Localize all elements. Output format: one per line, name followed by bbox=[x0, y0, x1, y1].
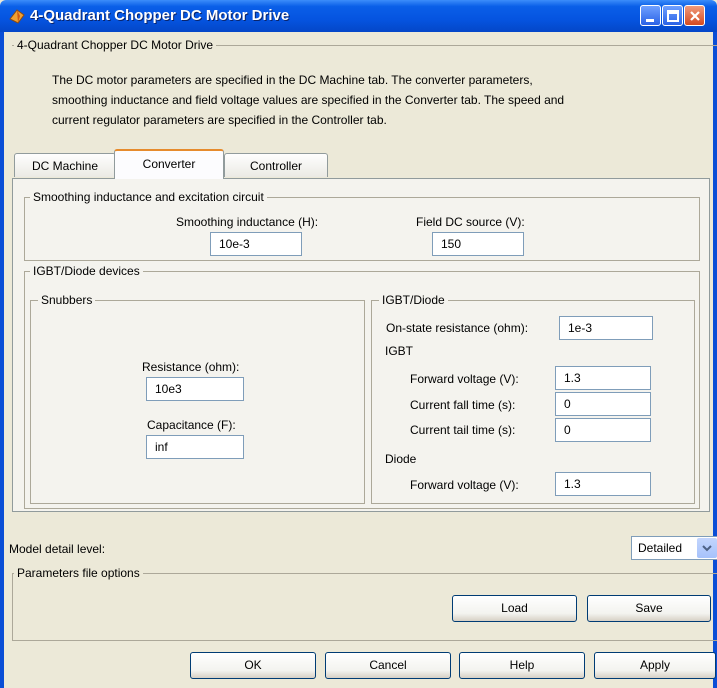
chevron-down-icon bbox=[702, 545, 712, 552]
dropdown-arrow-button[interactable] bbox=[697, 538, 717, 558]
current-tail-time-label: Current tail time (s): bbox=[410, 423, 516, 437]
description-line-1: The DC motor parameters are specified in… bbox=[52, 73, 533, 87]
load-button[interactable]: Load bbox=[452, 595, 577, 622]
maximize-button[interactable] bbox=[662, 5, 683, 26]
snubbers-label: Snubbers bbox=[38, 293, 96, 307]
params-file-label: Parameters file options bbox=[14, 566, 143, 580]
minimize-button[interactable] bbox=[640, 5, 661, 26]
smoothing-group bbox=[24, 197, 700, 261]
resistance-field[interactable] bbox=[146, 377, 244, 401]
field-dc-source-label: Field DC source (V): bbox=[416, 215, 525, 229]
save-button[interactable]: Save bbox=[587, 595, 711, 622]
model-detail-label: Model detail level: bbox=[9, 542, 106, 556]
on-state-resistance-label: On-state resistance (ohm): bbox=[386, 321, 529, 335]
title-bar[interactable]: 4-Quadrant Chopper DC Motor Drive bbox=[0, 0, 717, 32]
igbt-forward-voltage-label: Forward voltage (V): bbox=[410, 372, 519, 386]
current-fall-time-field[interactable] bbox=[555, 392, 651, 416]
maximize-icon bbox=[667, 10, 679, 22]
header-group-label: 4-Quadrant Chopper DC Motor Drive bbox=[14, 38, 217, 52]
description-line-2: smoothing inductance and field voltage v… bbox=[52, 93, 565, 107]
tab-dc-machine[interactable]: DC Machine bbox=[14, 153, 116, 177]
current-tail-time-field[interactable] bbox=[555, 418, 651, 442]
igbt-forward-voltage-field[interactable] bbox=[555, 366, 651, 390]
igbt-diode-devices-label: IGBT/Diode devices bbox=[30, 264, 143, 278]
simulink-app-icon bbox=[9, 9, 25, 24]
close-icon bbox=[690, 11, 700, 21]
smoothing-inductance-field[interactable] bbox=[210, 232, 302, 256]
help-button[interactable]: Help bbox=[459, 652, 585, 679]
description-line-3: current regulator parameters are specifi… bbox=[52, 113, 387, 127]
smoothing-group-label: Smoothing inductance and excitation circ… bbox=[30, 190, 267, 204]
window-title: 4-Quadrant Chopper DC Motor Drive bbox=[30, 7, 290, 24]
snubbers-group bbox=[30, 300, 365, 504]
ok-button[interactable]: OK bbox=[190, 652, 316, 679]
capacitance-label: Capacitance (F): bbox=[147, 418, 236, 432]
on-state-resistance-field[interactable] bbox=[559, 316, 653, 340]
cancel-button[interactable]: Cancel bbox=[325, 652, 451, 679]
field-dc-source-field[interactable] bbox=[432, 232, 524, 256]
diode-heading: Diode bbox=[385, 452, 417, 466]
apply-button[interactable]: Apply bbox=[594, 652, 716, 679]
capacitance-field[interactable] bbox=[146, 435, 244, 459]
minimize-icon bbox=[646, 19, 654, 22]
diode-forward-voltage-field[interactable] bbox=[555, 472, 651, 496]
smoothing-inductance-label: Smoothing inductance (H): bbox=[176, 215, 319, 229]
resistance-label: Resistance (ohm): bbox=[142, 360, 240, 374]
igbt-heading: IGBT bbox=[385, 344, 414, 358]
close-button[interactable] bbox=[684, 5, 705, 26]
igbt-diode-label: IGBT/Diode bbox=[379, 293, 448, 307]
current-fall-time-label: Current fall time (s): bbox=[410, 398, 516, 412]
diode-forward-voltage-label: Forward voltage (V): bbox=[410, 478, 519, 492]
model-detail-dropdown[interactable]: Detailed bbox=[631, 536, 717, 560]
tab-controller[interactable]: Controller bbox=[224, 153, 328, 177]
tab-converter[interactable]: Converter bbox=[114, 149, 224, 179]
window-frame-left bbox=[0, 32, 4, 688]
model-detail-selected: Detailed bbox=[638, 541, 683, 555]
